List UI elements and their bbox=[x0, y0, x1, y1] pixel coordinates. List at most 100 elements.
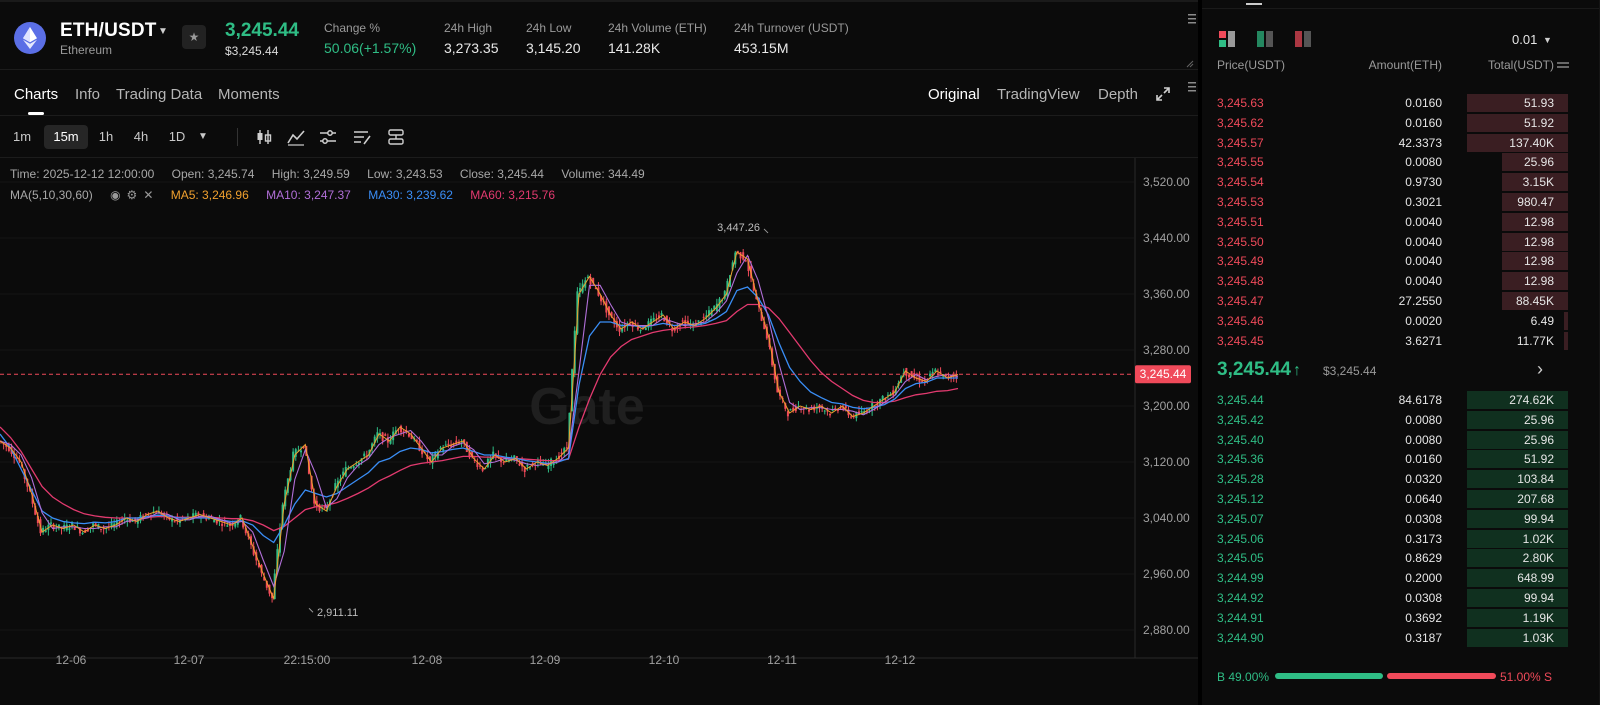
bid-row[interactable]: 3,245.42 0.0080 25.96 bbox=[1202, 410, 1600, 430]
row-total: 12.98 bbox=[1523, 234, 1554, 249]
orderbook-asks-icon[interactable] bbox=[1294, 30, 1312, 48]
ask-row[interactable]: 3,245.49 0.0040 12.98 bbox=[1202, 251, 1600, 271]
timeframe-15m[interactable]: 15m bbox=[44, 125, 88, 149]
view-tab-tradingview[interactable]: TradingView bbox=[997, 86, 1080, 103]
timeframe-dropdown-icon[interactable]: ▼ bbox=[194, 125, 212, 149]
candle-body bbox=[823, 410, 826, 412]
bid-row[interactable]: 3,245.06 0.3173 1.02K bbox=[1202, 529, 1600, 549]
ethereum-icon bbox=[14, 22, 46, 54]
settings-sliders-icon[interactable] bbox=[318, 127, 338, 147]
ask-row[interactable]: 3,245.53 0.3021 980.47 bbox=[1202, 192, 1600, 212]
row-total: 274.62K bbox=[1509, 393, 1554, 407]
pair-selector[interactable]: ETH/USDT bbox=[60, 20, 157, 42]
indicator-icon[interactable] bbox=[286, 127, 306, 147]
row-price: 3,244.91 bbox=[1217, 610, 1264, 625]
chevron-down-icon[interactable]: ▼ bbox=[1543, 35, 1552, 45]
candle-body bbox=[384, 434, 387, 436]
bid-row[interactable]: 3,244.90 0.3187 1.03K bbox=[1202, 628, 1600, 648]
ma60-line bbox=[0, 303, 959, 532]
y-tick-label: 2,880.00 bbox=[1143, 623, 1190, 637]
ask-row[interactable]: 3,245.48 0.0040 12.98 bbox=[1202, 271, 1600, 291]
tab-trading-data[interactable]: Trading Data bbox=[116, 86, 202, 103]
bid-row[interactable]: 3,245.12 0.0640 207.68 bbox=[1202, 489, 1600, 509]
candle-style-icon[interactable] bbox=[254, 127, 274, 147]
ask-row[interactable]: 3,245.47 27.2550 88.45K bbox=[1202, 291, 1600, 311]
row-price: 3,245.50 bbox=[1217, 234, 1264, 249]
row-price: 3,245.45 bbox=[1217, 333, 1264, 348]
bid-row[interactable]: 3,245.28 0.0320 103.84 bbox=[1202, 469, 1600, 489]
settings-icon[interactable]: ⚙ bbox=[127, 188, 138, 202]
chart-canvas[interactable]: 3,520.00 3,440.00 3,360.00 3,280.00 3,200.00… bbox=[0, 158, 1198, 705]
stat-value-change: 50.06(+1.57%) bbox=[324, 40, 417, 56]
ma5-line bbox=[0, 251, 959, 601]
row-total: 3.15K bbox=[1522, 175, 1554, 190]
star-icon[interactable]: ★ bbox=[182, 25, 206, 49]
close-icon[interactable]: ✕ bbox=[143, 188, 153, 202]
timeframe-1d[interactable]: 1D bbox=[162, 125, 192, 149]
candle-body bbox=[318, 504, 321, 511]
view-tab-depth[interactable]: Depth bbox=[1098, 86, 1138, 103]
ask-row[interactable]: 3,245.62 0.0160 51.92 bbox=[1202, 113, 1600, 133]
chevron-down-icon[interactable]: ▼ bbox=[158, 26, 168, 37]
row-price: 3,245.46 bbox=[1217, 313, 1264, 328]
ask-row[interactable]: 3,245.51 0.0040 12.98 bbox=[1202, 212, 1600, 232]
tab-moments[interactable]: Moments bbox=[218, 86, 280, 103]
candle-body bbox=[221, 523, 224, 526]
drag-handle-icon[interactable] bbox=[1188, 14, 1196, 26]
row-amount: 42.3373 bbox=[1398, 135, 1442, 150]
resize-corner-icon[interactable] bbox=[1186, 60, 1194, 68]
drag-handle-icon[interactable] bbox=[1188, 82, 1196, 94]
fullscreen-icon[interactable] bbox=[1155, 86, 1171, 102]
ask-row[interactable]: 3,245.55 0.0080 25.96 bbox=[1202, 152, 1600, 172]
stat-label-volume: 24h Volume (ETH) bbox=[608, 21, 707, 35]
ask-row[interactable]: 3,245.45 3.6271 11.77K bbox=[1202, 331, 1600, 351]
col-header-amount: Amount(ETH) bbox=[1368, 58, 1442, 72]
x-tick-label: 12-11 bbox=[767, 653, 797, 667]
timeframe-1h[interactable]: 1h bbox=[92, 125, 120, 149]
draw-tools-icon[interactable] bbox=[352, 127, 372, 147]
eye-icon[interactable]: ◉ bbox=[110, 188, 120, 202]
bid-row[interactable]: 3,244.91 0.3692 1.19K bbox=[1202, 608, 1600, 628]
bid-row[interactable]: 3,245.40 0.0080 25.96 bbox=[1202, 430, 1600, 450]
timeframe-1m[interactable]: 1m bbox=[6, 125, 38, 149]
row-amount: 0.3173 bbox=[1405, 531, 1442, 546]
row-total: 1.03K bbox=[1522, 630, 1554, 645]
orderbook-both-icon[interactable] bbox=[1218, 30, 1236, 48]
bid-row[interactable]: 3,245.07 0.0308 99.94 bbox=[1202, 509, 1600, 529]
tab-info[interactable]: Info bbox=[75, 86, 100, 103]
ask-row[interactable]: 3,245.63 0.0160 51.93 bbox=[1202, 93, 1600, 113]
ask-row[interactable]: 3,245.50 0.0040 12.98 bbox=[1202, 232, 1600, 252]
orderbook-top-border bbox=[1202, 8, 1600, 9]
row-total: 12.98 bbox=[1523, 214, 1554, 229]
view-tab-original[interactable]: Original bbox=[928, 86, 980, 103]
y-tick-label: 3,360.00 bbox=[1143, 287, 1190, 301]
row-total: 51.92 bbox=[1523, 115, 1554, 130]
precision-selector[interactable]: 0.01 bbox=[1512, 32, 1537, 47]
row-price: 3,245.54 bbox=[1217, 175, 1264, 190]
bid-row[interactable]: 3,244.92 0.0308 99.94 bbox=[1202, 588, 1600, 608]
bid-row[interactable]: 3,245.05 0.8629 2.80K bbox=[1202, 548, 1600, 568]
ask-row[interactable]: 3,245.57 42.3373 137.40K bbox=[1202, 133, 1600, 153]
current-price-label: 3,245.44 bbox=[1140, 367, 1187, 381]
kline-chart[interactable]: 3,520.00 3,440.00 3,360.00 3,280.00 3,200.00… bbox=[0, 158, 1198, 705]
stat-value-high: 3,273.35 bbox=[444, 40, 499, 56]
ask-row[interactable]: 3,245.46 0.0020 6.49 bbox=[1202, 311, 1600, 331]
timeframe-4h[interactable]: 4h bbox=[126, 125, 156, 149]
stat-value-turnover: 453.15M bbox=[734, 40, 789, 56]
bid-row[interactable]: 3,245.36 0.0160 51.92 bbox=[1202, 449, 1600, 469]
row-amount: 0.0160 bbox=[1405, 115, 1442, 130]
tab-charts[interactable]: Charts bbox=[14, 86, 58, 103]
template-icon[interactable] bbox=[386, 127, 406, 147]
bid-row[interactable]: 3,245.44 84.6178 274.62K bbox=[1202, 390, 1600, 410]
row-total: 6.49 bbox=[1530, 313, 1554, 328]
row-amount: 0.3187 bbox=[1405, 630, 1442, 645]
high-marker-arrow bbox=[763, 228, 769, 234]
ask-row[interactable]: 3,245.54 0.9730 3.15K bbox=[1202, 172, 1600, 192]
swap-icon[interactable] bbox=[1557, 60, 1569, 70]
y-tick-label: 3,120.00 bbox=[1143, 455, 1190, 469]
bid-row[interactable]: 3,244.99 0.2000 648.99 bbox=[1202, 568, 1600, 588]
chevron-right-icon[interactable]: › bbox=[1537, 359, 1543, 380]
orderbook-bids-icon[interactable] bbox=[1256, 30, 1274, 48]
ticker-header: ETH/USDT ▼ Ethereum ★ 3,245.44 $3,245.44… bbox=[0, 0, 1198, 70]
row-total: 207.68 bbox=[1517, 492, 1554, 506]
